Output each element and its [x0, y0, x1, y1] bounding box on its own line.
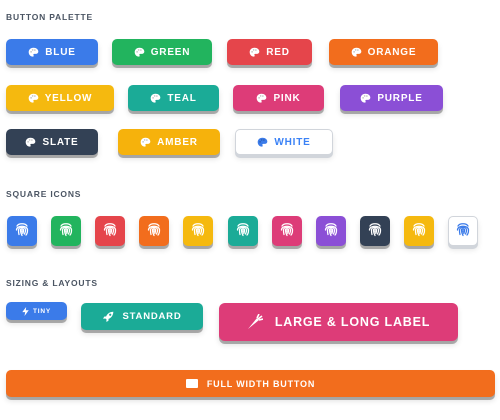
square-icon-button[interactable]: [228, 216, 258, 246]
section-title-square-icons: SQUARE ICONS: [6, 189, 82, 199]
pink-button-label: PINK: [273, 92, 301, 104]
palette-icon: [249, 47, 260, 58]
palette-icon: [25, 137, 36, 148]
fingerprint-icon: [324, 221, 338, 242]
green-button-label: GREEN: [150, 46, 191, 58]
red-button-label: RED: [266, 46, 290, 58]
large-button[interactable]: LARGE & LONG LABEL: [219, 303, 458, 341]
full-width-button-label: FULL WIDTH BUTTON: [206, 378, 316, 389]
square-icon-button[interactable]: [139, 216, 169, 246]
bolt-icon: [22, 306, 29, 316]
palette-icon: [360, 93, 371, 104]
fingerprint-icon: [15, 221, 29, 242]
carrot-icon: [247, 314, 263, 330]
square-icon-button[interactable]: [360, 216, 390, 246]
palette-icon: [28, 47, 39, 58]
fingerprint-icon: [236, 221, 250, 242]
square-icon-button[interactable]: [448, 216, 478, 246]
palette-icon: [351, 47, 362, 58]
palette-icon: [140, 137, 151, 148]
fingerprint-icon: [59, 221, 73, 242]
purple-button[interactable]: PURPLE: [340, 85, 443, 111]
white-button-label: WHITE: [274, 136, 311, 148]
card-icon: [185, 379, 198, 388]
palette-icon: [134, 47, 145, 58]
teal-button[interactable]: TEAL: [128, 85, 219, 111]
fingerprint-icon: [412, 221, 426, 242]
orange-button-label: ORANGE: [367, 46, 417, 58]
amber-button[interactable]: AMBER: [118, 129, 220, 155]
square-icon-button[interactable]: [51, 216, 81, 246]
square-icon-button[interactable]: [404, 216, 434, 246]
orange-button[interactable]: ORANGE: [329, 39, 438, 65]
yellow-button-label: YELLOW: [44, 92, 93, 104]
slate-button[interactable]: SLATE: [6, 129, 98, 155]
section-title-sizing: SIZING & LAYOUTS: [6, 278, 98, 288]
amber-button-label: AMBER: [157, 136, 198, 148]
red-button[interactable]: RED: [227, 39, 312, 65]
tiny-button[interactable]: TINY: [6, 302, 67, 320]
tiny-button-label: TINY: [32, 307, 51, 315]
teal-button-label: TEAL: [167, 92, 197, 104]
pink-button[interactable]: PINK: [233, 85, 324, 111]
blue-button-label: BLUE: [45, 46, 76, 58]
standard-button[interactable]: STANDARD: [81, 303, 203, 330]
square-icon-button[interactable]: [316, 216, 346, 246]
palette-icon: [257, 137, 268, 148]
square-icon-button[interactable]: [95, 216, 125, 246]
palette-icon: [256, 93, 267, 104]
palette-icon: [28, 93, 39, 104]
rocket-icon: [102, 311, 114, 322]
white-button[interactable]: WHITE: [235, 129, 333, 155]
slate-button-label: SLATE: [42, 136, 79, 148]
section-title-palette: BUTTON PALETTE: [6, 12, 93, 22]
standard-button-label: STANDARD: [122, 311, 182, 322]
purple-button-label: PURPLE: [377, 92, 423, 104]
fingerprint-icon: [368, 221, 382, 242]
full-width-button[interactable]: FULL WIDTH BUTTON: [6, 370, 495, 397]
square-icon-button[interactable]: [7, 216, 37, 246]
large-button-label: LARGE & LONG LABEL: [274, 315, 431, 329]
palette-icon: [150, 93, 161, 104]
fingerprint-icon: [103, 221, 117, 242]
fingerprint-icon: [191, 221, 205, 242]
square-icon-button[interactable]: [183, 216, 213, 246]
square-icon-button[interactable]: [272, 216, 302, 246]
fingerprint-icon: [456, 221, 470, 242]
fingerprint-icon: [147, 221, 161, 242]
yellow-button[interactable]: YELLOW: [6, 85, 114, 111]
fingerprint-icon: [280, 221, 294, 242]
blue-button[interactable]: BLUE: [6, 39, 98, 65]
green-button[interactable]: GREEN: [112, 39, 212, 65]
